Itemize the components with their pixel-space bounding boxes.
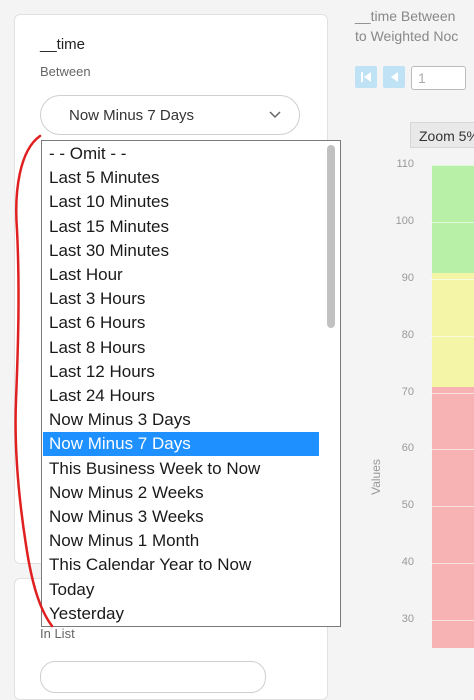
play-back-icon	[391, 72, 398, 82]
gridline	[430, 278, 474, 280]
dropdown-scrollbar[interactable]	[324, 143, 338, 624]
first-page-button[interactable]	[355, 66, 377, 88]
y-tick-label: 50	[401, 499, 414, 512]
dropdown-option[interactable]: This Business Week to Now	[43, 457, 319, 481]
gridline	[430, 221, 474, 223]
dropdown-option[interactable]: Now Minus 3 Weeks	[43, 505, 319, 529]
y-tick-label: 70	[401, 385, 414, 398]
skip-back-icon	[361, 72, 371, 82]
page-number-input[interactable]: 1	[411, 66, 466, 90]
dropdown-option[interactable]: Last 8 Hours	[43, 336, 319, 360]
dropdown-option[interactable]: Last 10 Minutes	[43, 190, 319, 214]
gridline	[430, 449, 474, 451]
dropdown-option[interactable]: Yesterday	[43, 602, 319, 626]
gridline	[430, 392, 474, 394]
gridline	[430, 563, 474, 565]
prev-page-button[interactable]	[383, 66, 405, 88]
dropdown-option[interactable]: This Calendar Year to Now	[43, 553, 319, 577]
chart-band	[432, 273, 474, 387]
dropdown-option[interactable]: Last 15 Minutes	[43, 215, 319, 239]
scrollbar-thumb[interactable]	[327, 145, 335, 328]
dropdown-option[interactable]: Last 30 Minutes	[43, 239, 319, 263]
y-axis-label: Values	[368, 459, 383, 495]
dropdown-option[interactable]: Now Minus 3 Days	[43, 408, 319, 432]
field-title: __time	[40, 36, 86, 53]
time-range-dropdown[interactable]: - - Omit - - Last 5 Minutes Last 10 Minute…	[41, 140, 341, 627]
dropdown-option[interactable]: Last 3 Hours	[43, 287, 319, 311]
time-range-select[interactable]: Now Minus 7 Days	[40, 95, 300, 135]
zoom-button[interactable]: Zoom 5%	[410, 122, 474, 148]
gridline	[430, 620, 474, 621]
y-tick-label: 90	[401, 271, 414, 284]
dropdown-option[interactable]: - - Omit - -	[43, 142, 319, 166]
chart-title-line1: __time Between	[355, 8, 456, 24]
dropdown-option[interactable]: Now Minus 1 Month	[43, 529, 319, 553]
gridline	[430, 335, 474, 337]
dropdown-option[interactable]: Last 6 Hours	[43, 311, 319, 335]
dropdown-option[interactable]: Now Minus 7 Days	[43, 432, 319, 457]
chart-title: __time Between to Weighted Noc	[355, 6, 458, 46]
y-tick-label: 30	[401, 613, 414, 625]
y-tick-label: 60	[401, 442, 414, 455]
chart-band	[432, 386, 474, 649]
time-range-value: Now Minus 7 Days	[69, 107, 195, 124]
gridline	[430, 165, 474, 166]
chevron-down-icon	[269, 111, 281, 119]
chart-title-line2: to Weighted Noc	[355, 28, 459, 44]
dropdown-option[interactable]: Last 24 Hours	[43, 384, 319, 408]
y-tick-label: 80	[401, 328, 414, 341]
dropdown-option[interactable]: Today	[43, 578, 319, 602]
dropdown-option[interactable]: Last 5 Minutes	[43, 166, 319, 190]
gridline	[430, 506, 474, 508]
operator-label: Between	[40, 64, 91, 79]
dropdown-option[interactable]: Now Minus 2 Weeks	[43, 481, 319, 505]
in-list-input[interactable]	[40, 661, 266, 693]
chart-band	[432, 165, 474, 274]
y-tick-label: 110	[396, 158, 414, 170]
dropdown-option[interactable]: Last 12 Hours	[43, 360, 319, 384]
y-tick-label: 100	[395, 214, 414, 227]
y-tick-label: 40	[401, 556, 414, 569]
next-operator-label: In List	[40, 626, 75, 641]
dropdown-option[interactable]: Last Hour	[43, 263, 319, 287]
